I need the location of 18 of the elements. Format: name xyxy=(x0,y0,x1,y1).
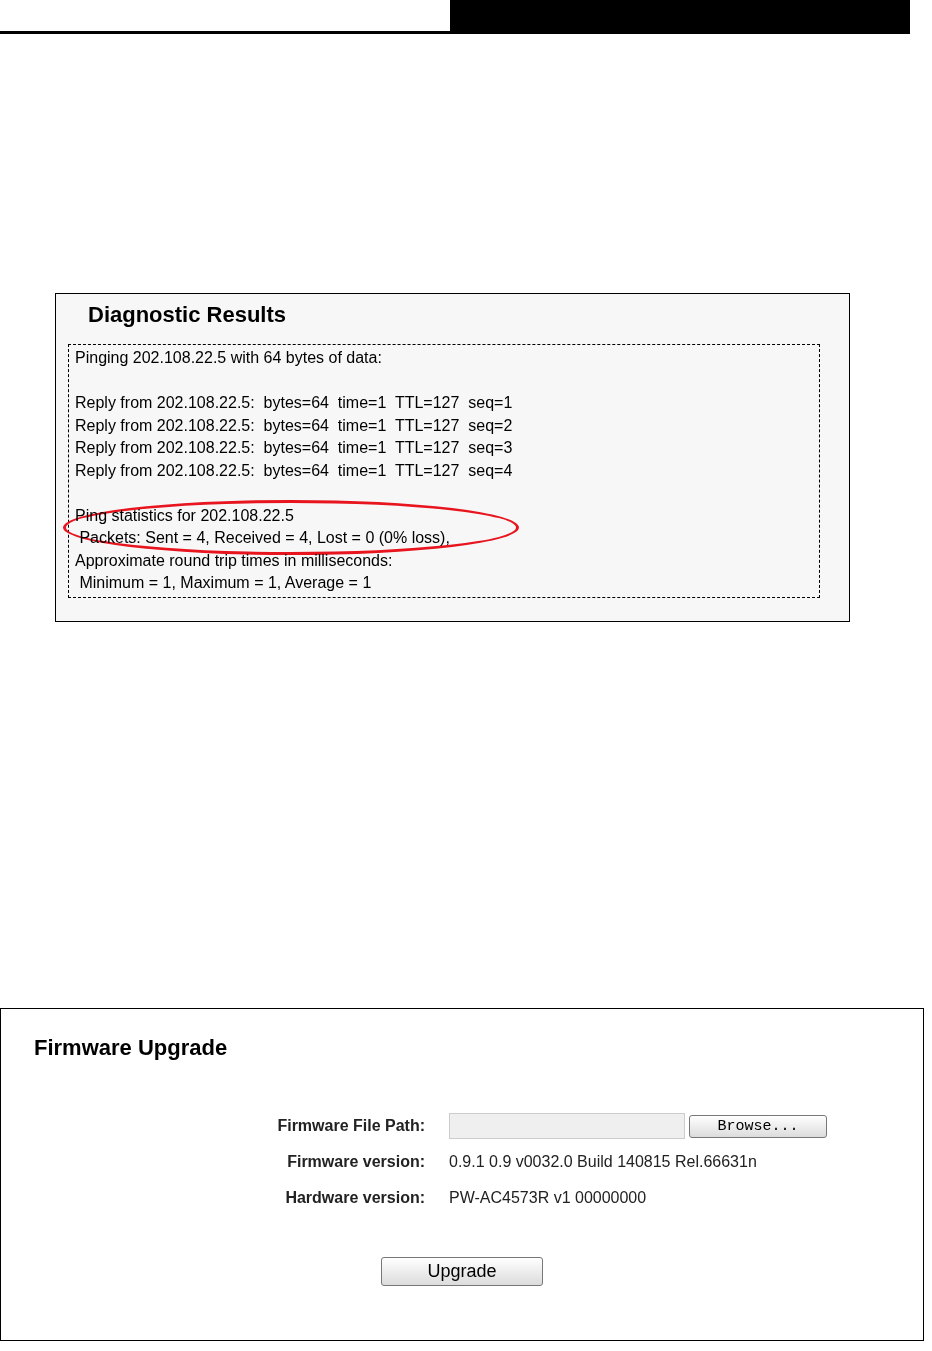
statistics-line: Minimum = 1, Maximum = 1, Average = 1 xyxy=(78,573,373,593)
reply-line: Reply from 202.108.22.5: bytes=64 time=1 TTL=127 seq=4 xyxy=(75,460,514,481)
reply-line: Reply from 202.108.22.5: bytes=64 time=1 TTL=127 seq=2 xyxy=(75,415,514,436)
browse-button[interactable]: Browse... xyxy=(689,1114,827,1138)
field-value: 0.9.1 0.9 v0032.0 Build 140815 Rel.66631n xyxy=(449,1152,757,1172)
field-value: PW-AC4573R v1 00000000 xyxy=(449,1188,647,1208)
field-label: Firmware version: xyxy=(286,1152,425,1172)
panel-title: Diagnostic Results xyxy=(88,301,288,329)
ping-line: Pinging 202.108.22.5 with 64 bytes of data: xyxy=(75,348,383,368)
field-label: Firmware File Path: xyxy=(276,1116,425,1136)
statistics-line: Packets: Sent = 4, Received = 4, Lost = 0 (0% loss), xyxy=(78,528,451,548)
file-path-field[interactable] xyxy=(449,1113,685,1139)
reply-line: Reply from 202.108.22.5: bytes=64 time=1 TTL=127 seq=1 xyxy=(75,393,514,413)
upgrade-button[interactable]: Upgrade xyxy=(381,1257,543,1286)
statistics-line: Approximate round trip times in milliseconds: xyxy=(75,550,394,571)
field-label: Hardware version: xyxy=(284,1188,425,1208)
reply-line: Reply from 202.108.22.5: bytes=64 time=1 TTL=127 seq=3 xyxy=(75,438,514,458)
panel-title: Firmware Upgrade xyxy=(34,1034,229,1062)
